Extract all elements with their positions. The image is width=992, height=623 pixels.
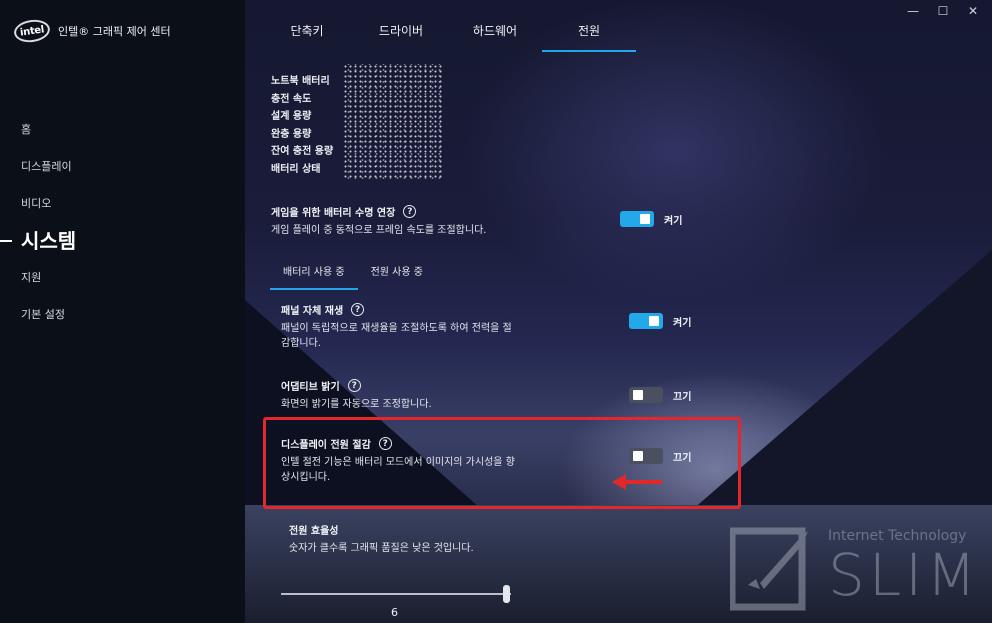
- panel-self-refresh-toggle-wrap: 켜기: [629, 313, 691, 329]
- intel-logo-icon: intel: [12, 17, 52, 45]
- arrow-left-icon: [612, 474, 662, 490]
- sidebar-item-label: 홈: [21, 122, 32, 136]
- power-efficiency-slider-track[interactable]: [281, 593, 511, 595]
- power-efficiency-slider-thumb[interactable]: [503, 585, 510, 603]
- toggle-knob: [633, 390, 643, 400]
- battery-info-label: 충전 속도: [271, 93, 312, 105]
- help-icon[interactable]: ?: [351, 303, 365, 316]
- toggle-knob: [640, 214, 650, 224]
- battery-info-label: 설계 용량: [271, 111, 312, 122]
- sidebar-item-label: 지원: [21, 270, 42, 284]
- setting-description: 숫자가 클수록 그래픽 품질은 낮은 것입니다.: [289, 543, 474, 554]
- setting-description: 인텔 절전 기능은 배터리 모드에서 이미지의 가시성을 향 상시킵니다.: [281, 455, 515, 485]
- tab-driver[interactable]: 드라이버: [354, 22, 448, 52]
- power-efficiency-setting: 전원 효율성 숫자가 클수록 그래픽 품질은 낮은 것입니다.: [289, 522, 474, 556]
- tab-shortcuts[interactable]: 단축키: [260, 22, 354, 52]
- redacted-values: [343, 64, 443, 179]
- sidebar-item-home[interactable]: 홈: [0, 110, 245, 147]
- display-power-saving-setting: 디스플레이 전원 절감 ? 인텔 절전 기능은 배터리 모드에서 이미지의 가시…: [281, 436, 515, 485]
- help-icon[interactable]: ?: [403, 205, 417, 218]
- tab-on-battery[interactable]: 배터리 사용 중: [270, 256, 358, 290]
- minimize-icon[interactable]: —: [906, 4, 920, 18]
- setting-description-line: 패널이 독립적으로 재생율을 조절하도록 하여 전력을 절: [281, 323, 512, 334]
- setting-description-line: 감합니다.: [281, 338, 321, 349]
- game-battery-toggle[interactable]: [620, 211, 654, 227]
- adaptive-brightness-setting: 어댑티브 밝기 ? 화면의 밝기를 자동으로 조정합니다.: [281, 378, 432, 412]
- setting-title: 패널 자체 재생: [281, 306, 344, 317]
- window-controls: — ☐ ✕: [906, 4, 980, 18]
- setting-description-line: 상시킵니다.: [281, 472, 331, 483]
- battery-info-label: 잔여 충전 용량: [271, 146, 334, 157]
- setting-title-row: 디스플레이 전원 절감 ?: [281, 436, 515, 451]
- setting-title: 어댑티브 밝기: [281, 382, 340, 393]
- rocket-logo-icon: [728, 527, 808, 611]
- setting-description: 게임 플레이 중 동적으로 프레임 속도를 조절합니다.: [271, 225, 487, 236]
- display-power-saving-toggle[interactable]: [629, 448, 663, 464]
- sidebar-item-display[interactable]: 디스플레이: [0, 147, 245, 184]
- tab-power[interactable]: 전원: [542, 22, 636, 52]
- setting-description: 화면의 밝기를 자동으로 조정합니다.: [281, 399, 432, 410]
- sidebar-item-video[interactable]: 비디오: [0, 184, 245, 221]
- top-tabs: 단축키 드라이버 하드웨어 전원: [260, 22, 636, 52]
- setting-title: 게임을 위한 배터리 수명 연장: [271, 208, 396, 219]
- sidebar-item-label: 기본 설정: [21, 307, 65, 321]
- sidebar-nav: 홈 디스플레이 비디오 시스템 지원 기본 설정: [0, 110, 245, 332]
- battery-info: 노트북 배터리 충전 속도 설계 용량 완충 용량 잔여 충전 용량 배터리 상…: [271, 73, 333, 178]
- sidebar-item-label: 시스템: [21, 229, 77, 253]
- main-content: — ☐ ✕ 단축키 드라이버 하드웨어 전원 노트북 배터리 충전 속도 설계 …: [245, 0, 992, 623]
- help-icon[interactable]: ?: [347, 379, 361, 392]
- display-power-saving-toggle-wrap: 끄기: [629, 448, 691, 464]
- sidebar-item-support[interactable]: 지원: [0, 258, 245, 295]
- watermark: Internet Technology SLIM: [728, 523, 976, 616]
- help-icon[interactable]: ?: [378, 437, 392, 450]
- setting-title: 디스플레이 전원 절감: [281, 440, 371, 451]
- sidebar-item-preferences[interactable]: 기본 설정: [0, 295, 245, 332]
- toggle-knob: [649, 316, 659, 326]
- power-efficiency-value: 6: [391, 606, 398, 619]
- toggle-state-label: 켜기: [673, 317, 692, 329]
- app-title: 인텔® 그래픽 제어 센터: [58, 25, 171, 38]
- battery-info-label: 완충 용량: [271, 128, 312, 140]
- tab-plugged-in[interactable]: 전원 사용 중: [358, 256, 436, 290]
- game-battery-toggle-wrap: 켜기: [620, 211, 682, 227]
- game-battery-setting: 게임을 위한 배터리 수명 연장 ? 게임 플레이 중 동적으로 프레임 속도를…: [271, 204, 486, 238]
- battery-info-label: 노트북 배터리: [271, 76, 330, 87]
- setting-title: 전원 효율성: [289, 526, 339, 537]
- close-icon[interactable]: ✕: [966, 4, 980, 18]
- power-subtabs: 배터리 사용 중 전원 사용 중: [270, 256, 436, 290]
- sidebar-item-system[interactable]: 시스템: [0, 221, 245, 258]
- tab-hardware[interactable]: 하드웨어: [448, 22, 542, 52]
- watermark-title: SLIM: [828, 541, 981, 609]
- setting-description-line: 인텔 절전 기능은 배터리 모드에서 이미지의 가시성을 향: [281, 457, 515, 468]
- panel-self-refresh-toggle[interactable]: [629, 313, 663, 329]
- setting-title-row: 게임을 위한 배터리 수명 연장 ?: [271, 204, 486, 219]
- sidebar-item-label: 디스플레이: [21, 159, 72, 173]
- sidebar-item-label: 비디오: [21, 196, 52, 210]
- setting-description: 패널이 독립적으로 재생율을 조절하도록 하여 전력을 절 감합니다.: [281, 321, 512, 351]
- adaptive-brightness-toggle-wrap: 끄기: [629, 387, 691, 403]
- toggle-state-label: 끄기: [673, 452, 692, 464]
- panel-self-refresh-setting: 패널 자체 재생 ? 패널이 독립적으로 재생율을 조절하도록 하여 전력을 절…: [281, 302, 512, 351]
- app-logo: intel 인텔® 그래픽 제어 센터: [12, 17, 171, 45]
- setting-title-row: 어댑티브 밝기 ?: [281, 378, 432, 393]
- adaptive-brightness-toggle[interactable]: [629, 387, 663, 403]
- setting-title-row: 패널 자체 재생 ?: [281, 302, 512, 317]
- toggle-state-label: 끄기: [673, 391, 692, 403]
- toggle-knob: [633, 451, 643, 461]
- sidebar: intel 인텔® 그래픽 제어 센터 홈 디스플레이 비디오 시스템 지원 기…: [0, 0, 245, 623]
- maximize-icon[interactable]: ☐: [936, 4, 950, 18]
- battery-info-label: 배터리 상태: [271, 163, 321, 175]
- toggle-state-label: 켜기: [664, 215, 683, 227]
